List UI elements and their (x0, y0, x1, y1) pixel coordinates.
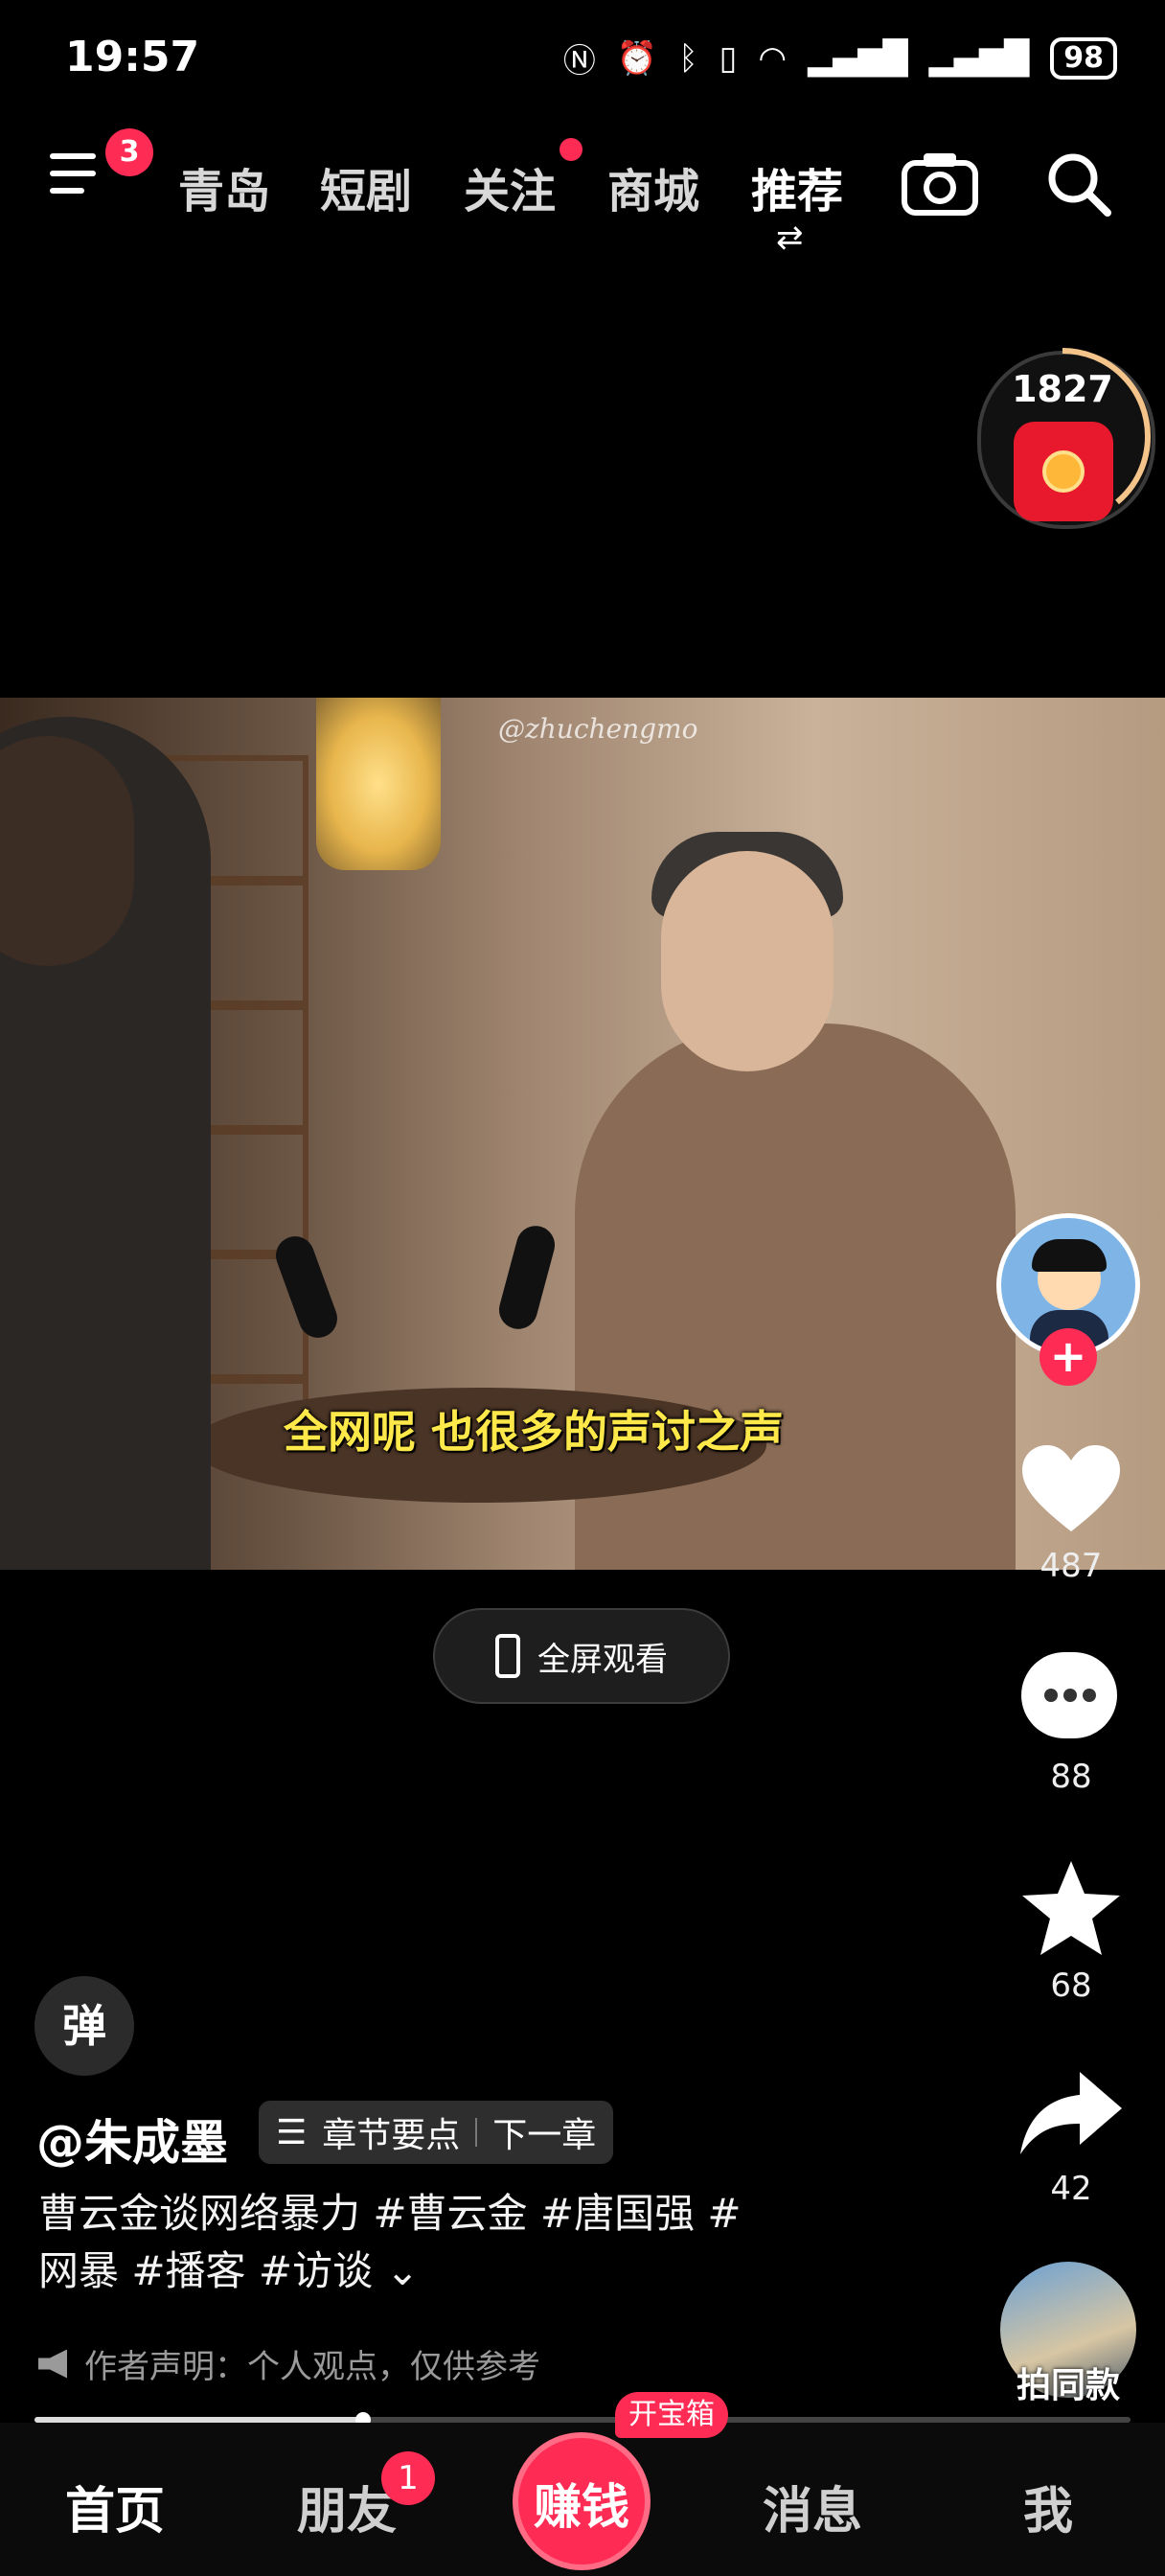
wifi-icon: ◠ (758, 38, 788, 78)
status-time: 19:57 (65, 33, 200, 81)
like-count: 487 (1039, 1547, 1103, 1585)
tab-recommend[interactable]: 推荐 (751, 153, 843, 220)
tab-qingdao[interactable]: 青岛 (178, 153, 270, 220)
danmu-toggle[interactable]: 弹 (34, 1976, 134, 2076)
share-button[interactable] (1016, 2070, 1127, 2160)
camera-icon[interactable] (901, 150, 979, 220)
notice-text: 作者声明：个人观点，仅供参考 (84, 2348, 540, 2386)
speaker-icon (38, 2349, 67, 2379)
comment-count: 88 (1050, 1758, 1092, 1796)
author-notice: 作者声明：个人观点，仅供参考 (38, 2340, 540, 2387)
lamp (316, 698, 441, 870)
vibrate-icon: ▯ (719, 38, 738, 78)
menu-icon[interactable] (50, 153, 111, 211)
nav-me[interactable]: 我 (1023, 2471, 1073, 2542)
caption-line-2: 网暴 #播客 #访谈 (38, 2247, 374, 2294)
signal-icon: ▂▄▆█ (808, 38, 908, 78)
battery-indicator: 98 (1050, 36, 1117, 80)
favorite-button[interactable] (1016, 1859, 1127, 1961)
earn-count: 1827 (1012, 368, 1113, 410)
like-button[interactable] (1016, 1443, 1127, 1539)
signal-icon: ▂▄▆█ (928, 38, 1030, 78)
status-icons: Ⓝ ⏰ ᛒ ▯ ◠ ▂▄▆█ ▂▄▆█ 98 (563, 34, 1117, 81)
video-caption[interactable]: 曹云金谈网络暴力 #曹云金 #唐国强 # 网暴 #播客 #访谈 ⌄ (38, 2185, 862, 2300)
video-watermark: @zhuchengmo (498, 713, 698, 745)
nav-messages[interactable]: 消息 (763, 2471, 862, 2542)
favorite-count: 68 (1050, 1966, 1092, 2005)
swap-icon[interactable]: ⇄ (776, 218, 804, 257)
follow-button[interactable]: + (1039, 1328, 1097, 1386)
tab-mall[interactable]: 商城 (607, 153, 699, 220)
next-chapter-link[interactable]: 下一章 (492, 2107, 596, 2157)
chapter-points-link[interactable]: 章节要点 (322, 2107, 460, 2157)
nav-home[interactable]: 首页 (65, 2471, 165, 2542)
bluetooth-icon: ᛒ (678, 38, 698, 78)
nav-earn-button[interactable]: 赚钱 (513, 2432, 651, 2570)
nfc-icon: Ⓝ (562, 42, 596, 80)
treasure-chest-badge[interactable]: 开宝箱 (615, 2392, 728, 2438)
fullscreen-label: 全屏观看 (537, 1640, 668, 1679)
same-style-label[interactable]: 拍同款 (987, 2358, 1150, 2407)
tab-short-drama[interactable]: 短剧 (320, 153, 412, 220)
rotate-phone-icon (495, 1634, 520, 1678)
list-icon: ☰ (276, 2112, 308, 2152)
caption-line-1: 曹云金谈网络暴力 #曹云金 #唐国强 # (38, 2190, 742, 2237)
share-count: 42 (1050, 2170, 1092, 2208)
fullscreen-button[interactable]: 全屏观看 (433, 1608, 730, 1704)
red-envelope-icon (1014, 422, 1113, 521)
comment-button[interactable] (1021, 1652, 1117, 1738)
author-name[interactable]: @朱成墨 (36, 2104, 228, 2174)
menu-badge: 3 (105, 128, 153, 176)
expand-caption-icon[interactable]: ⌄ (385, 2247, 419, 2294)
alarm-icon: ⏰ (616, 38, 658, 78)
friends-badge: 1 (381, 2451, 435, 2505)
chapter-chip[interactable]: ☰ 章节要点 下一章 (259, 2101, 614, 2164)
following-dot (560, 138, 582, 161)
tab-following[interactable]: 关注 (464, 153, 556, 220)
search-icon[interactable] (1044, 150, 1113, 222)
video-subtitle: 全网呢 也很多的声讨之声 (284, 1406, 785, 1458)
